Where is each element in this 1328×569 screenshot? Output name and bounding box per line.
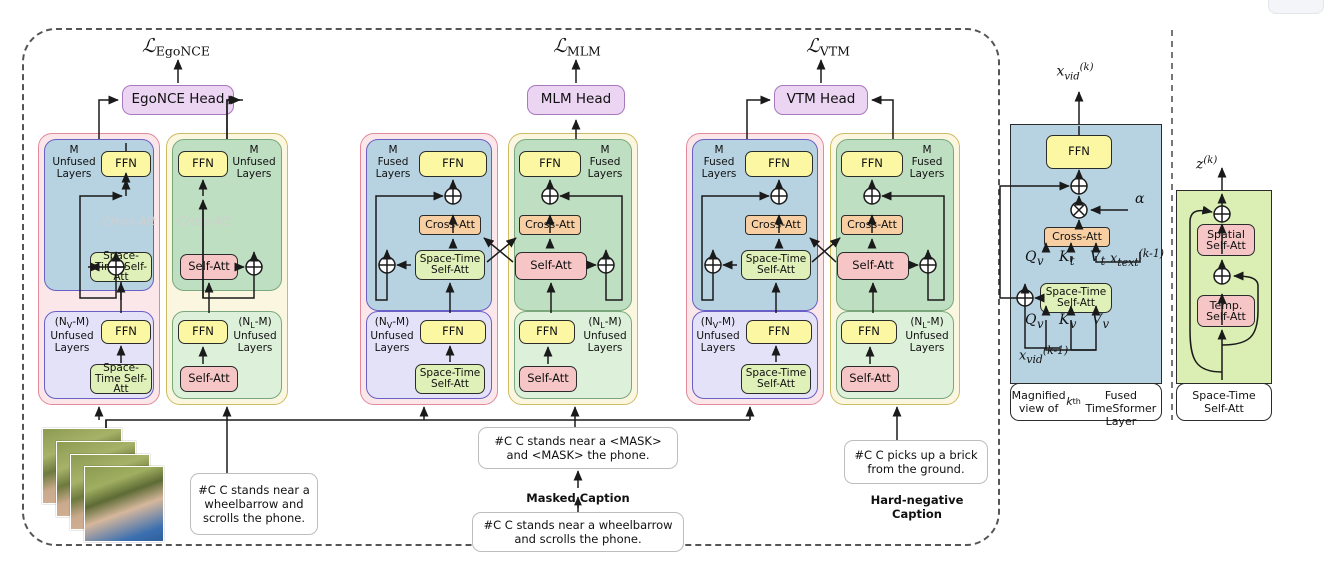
vtm-video-m-space-time-self-att[interactable]: Space-Time Self-Att	[741, 250, 811, 280]
mlm-text-nl-ffn[interactable]: FFN	[519, 320, 575, 344]
spacetime-output-symbol: z(k)	[1196, 155, 1218, 173]
mlm-video-m-ffn[interactable]: FFN	[419, 151, 487, 177]
k-t-text: K	[1058, 249, 1070, 265]
video-frame-4	[84, 466, 164, 542]
mlm-text-m-fused-label: M Fused Layers	[587, 144, 623, 180]
egonce-video-nv-unfused-label: (NV-M) Unfused Layers	[50, 316, 94, 354]
mlm-video-nv-unfused-label: (NV-M) Unfused Layers	[370, 316, 414, 354]
mlm-text-cross-att[interactable]: Cross-Att	[519, 215, 581, 235]
v-v-vid: V	[1091, 312, 1103, 328]
egonce-text-nl-ffn[interactable]: FFN	[178, 320, 228, 344]
egonce-video-nv-space-time-self-att[interactable]: Space-Time Self-Att	[90, 363, 152, 395]
mlm-video-m-space-time-self-att[interactable]: Space-Time Self-Att	[415, 250, 485, 280]
mlm-video-cross-att[interactable]: Cross-Att	[419, 215, 481, 235]
magnified-qkv-text-row: Qv Kt Vt	[1025, 249, 1106, 268]
hard-negative-caption-box: #C C picks up a brick from the ground.	[844, 440, 988, 484]
magnified-text-input-symbol: xtext(k-1)	[1110, 247, 1164, 269]
vtm-video-m-ffn[interactable]: FFN	[745, 151, 813, 177]
vtm-text-cross-att[interactable]: Cross-Att	[841, 215, 903, 235]
vtm-video-nv-space-time-self-att[interactable]: Space-Time Self-Att	[741, 364, 811, 394]
figure-canvas: ℒEgoNCE ℒMLM ℒVTM EgoNCE Head MLM Head V…	[0, 0, 1328, 569]
vtm-text-nl-ffn[interactable]: FFN	[841, 320, 897, 344]
alpha-symbol: α	[1135, 191, 1145, 207]
spacetime-panel	[1176, 190, 1272, 384]
vtm-video-m-fused-label: M Fused Layers	[701, 144, 737, 180]
positive-caption-box: #C C stands near a wheelbarrow and scrol…	[190, 473, 318, 535]
vtm-head[interactable]: VTM Head	[774, 85, 868, 115]
masked-caption-box: #C C stands near a <MASK> and <MASK> the…	[478, 427, 678, 469]
magnified-qkv-vid-row: Qv Kv Vv	[1025, 312, 1110, 331]
vtm-text-nl-unfused-label: (NL-M) Unfused Layers	[905, 316, 949, 354]
loss-label-vtm: ℒVTM	[806, 35, 850, 59]
magnified-space-time-self-att[interactable]: Space-Time Self-Att	[1040, 283, 1112, 313]
egonce-text-m-ffn[interactable]: FFN	[178, 151, 228, 177]
vtm-video-nv-ffn[interactable]: FFN	[746, 320, 812, 344]
spacetime-panel-footer: Space-Time Self-Att	[1176, 383, 1272, 421]
loss-label-mlm: ℒMLM	[553, 35, 601, 59]
mlm-video-nv-ffn[interactable]: FFN	[420, 320, 486, 344]
egonce-video-m-space-time-self-att[interactable]: Space-Time Self-Att	[90, 251, 152, 283]
hard-negative-caption-note: Hard-negative Caption	[870, 493, 964, 521]
magnified-output-symbol: xvid(k)	[1056, 62, 1094, 83]
original-caption-box: #C C stands near a wheelbarrow and scrol…	[472, 512, 684, 552]
mlm-text-m-self-att[interactable]: Self-Att	[515, 252, 587, 280]
vtm-text-m-ffn[interactable]: FFN	[841, 151, 903, 177]
magnified-input-symbol: xvid(k-1)	[1019, 344, 1069, 366]
egonce-head[interactable]: EgoNCE Head	[122, 85, 234, 115]
vtm-text-nl-self-att[interactable]: Self-Att	[841, 366, 899, 392]
egonce-video-m-unfused-label: M Unfused Layers	[52, 144, 96, 180]
mlm-text-nl-unfused-label: (NL-M) Unfused Layers	[583, 316, 627, 354]
egonce-text-nl-unfused-label: (NL-M) Unfused Layers	[233, 316, 277, 354]
mlm-head[interactable]: MLM Head	[527, 85, 625, 115]
mlm-text-m-ffn[interactable]: FFN	[519, 151, 581, 177]
magnified-panel-footer: Magnified view of k th Fused TimeSformer L…	[1010, 383, 1162, 428]
v-t-text: V	[1089, 249, 1101, 265]
masked-caption-note: Masked Caption	[526, 491, 630, 505]
egonce-text-m-unfused-label: M Unfused Layers	[232, 144, 276, 180]
magnified-cross-att[interactable]: Cross-Att	[1044, 227, 1110, 247]
egonce-video-m-ffn[interactable]: FFN	[101, 151, 151, 177]
egonce-video-cross-att-ghost: Cross-Att	[102, 214, 156, 228]
input-video-frames	[42, 428, 172, 542]
egonce-video-nv-ffn[interactable]: FFN	[101, 320, 151, 344]
mlm-text-nl-self-att[interactable]: Self-Att	[519, 366, 577, 392]
k-v-vid: K	[1058, 312, 1070, 328]
egonce-text-cross-att-ghost: Cross-Att	[177, 214, 231, 228]
q-v-text: Q	[1025, 249, 1037, 265]
vtm-text-m-fused-label: M Fused Layers	[909, 144, 945, 180]
magnified-ffn[interactable]: FFN	[1046, 135, 1112, 169]
mlm-video-nv-space-time-self-att[interactable]: Space-Time Self-Att	[415, 364, 485, 394]
q-v-vid: Q	[1025, 312, 1037, 328]
egonce-text-m-self-att[interactable]: Self-Att	[180, 254, 238, 280]
vtm-video-cross-att[interactable]: Cross-Att	[745, 215, 807, 235]
loss-label-egonce: ℒEgoNCE	[142, 35, 210, 59]
temporal-self-att[interactable]: Temp. Self-Att	[1197, 295, 1255, 327]
spatial-self-att[interactable]: Spatial Self-Att	[1197, 224, 1255, 256]
egonce-text-nl-self-att[interactable]: Self-Att	[180, 366, 238, 392]
vtm-video-nv-unfused-label: (NV-M) Unfused Layers	[696, 316, 740, 354]
mlm-video-m-fused-label: M Fused Layers	[375, 144, 411, 180]
screenshot-corner-artifact	[1268, 0, 1324, 14]
vtm-text-m-self-att[interactable]: Self-Att	[837, 252, 909, 280]
